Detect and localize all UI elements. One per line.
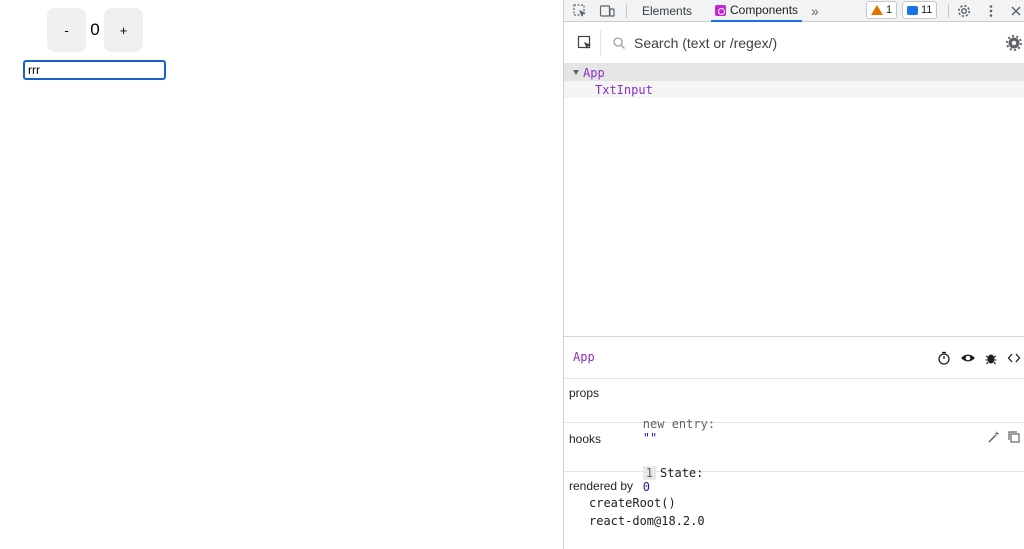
component-search-bar [564, 22, 1024, 64]
rendered-by-item: createRoot() [589, 496, 676, 510]
increment-button[interactable]: + [104, 8, 143, 52]
app-page: - 0 + [0, 0, 563, 549]
code-icon[interactable] [1006, 350, 1022, 366]
close-icon[interactable] [1007, 2, 1024, 20]
warnings-badge[interactable]: 1 [866, 1, 898, 19]
search-icon [612, 36, 626, 50]
component-tree: App TxtInput [564, 64, 1024, 336]
tree-item-label: App [583, 65, 605, 80]
warning-count: 1 [886, 4, 893, 16]
caret-down-icon[interactable] [573, 70, 579, 75]
component-inspector: App props new entry: "" hooks 1 State: 0… [564, 336, 1024, 549]
search-divider [600, 30, 601, 56]
selected-component-name: App [573, 350, 595, 364]
text-input[interactable] [23, 60, 166, 80]
timer-icon[interactable] [936, 350, 952, 366]
device-toolbar-icon[interactable] [598, 2, 616, 20]
rendered-by-item[interactable]: react-dom@18.2.0 [589, 514, 705, 528]
message-icon [907, 5, 918, 15]
hooks-actions [987, 430, 1021, 447]
toolbar-divider [948, 4, 949, 18]
rendered-by-title: rendered by [569, 479, 634, 493]
more-tabs-button[interactable]: » [811, 0, 819, 22]
settings-icon[interactable] [1005, 34, 1023, 52]
tree-item-label: TxtInput [595, 82, 653, 97]
props-section: props new entry: "" [564, 379, 1024, 445]
copy-icon[interactable] [1007, 430, 1021, 447]
tree-item-txtinput[interactable]: TxtInput [564, 81, 1024, 98]
toolbar-divider [626, 4, 627, 18]
react-logo-icon [715, 4, 726, 16]
hooks-title: hooks [569, 432, 602, 446]
tab-components[interactable]: Components [711, 0, 803, 22]
decrement-button[interactable]: - [47, 8, 86, 52]
search-input[interactable] [634, 33, 984, 53]
tree-item-app[interactable]: App [564, 64, 1024, 81]
inspect-element-icon[interactable] [571, 2, 589, 20]
tab-elements[interactable]: Elements [642, 0, 692, 22]
devtools-toolbar: Elements Components » 1 11 [564, 0, 1024, 22]
eye-icon[interactable] [960, 350, 976, 366]
kebab-menu-icon[interactable] [982, 2, 1000, 20]
hooks-section: hooks 1 State: 0 [564, 423, 1024, 494]
settings-icon[interactable] [955, 2, 973, 20]
bug-icon[interactable] [983, 350, 999, 366]
props-title: props [569, 386, 600, 400]
tab-components-label: Components [730, 3, 799, 17]
magic-wand-icon[interactable] [987, 430, 1001, 447]
tab-elements-label: Elements [642, 4, 693, 18]
messages-badge[interactable]: 11 [902, 1, 938, 19]
select-component-icon[interactable] [576, 34, 594, 52]
message-count: 11 [921, 4, 933, 16]
counter-value: 0 [90, 20, 100, 39]
devtools-panel: Elements Components » 1 11 Search (text … [563, 0, 1024, 549]
warning-icon [871, 5, 883, 15]
rendered-by-section: rendered by createRoot() react-dom@18.2.… [564, 472, 1024, 549]
inspector-header: App [564, 337, 1024, 379]
